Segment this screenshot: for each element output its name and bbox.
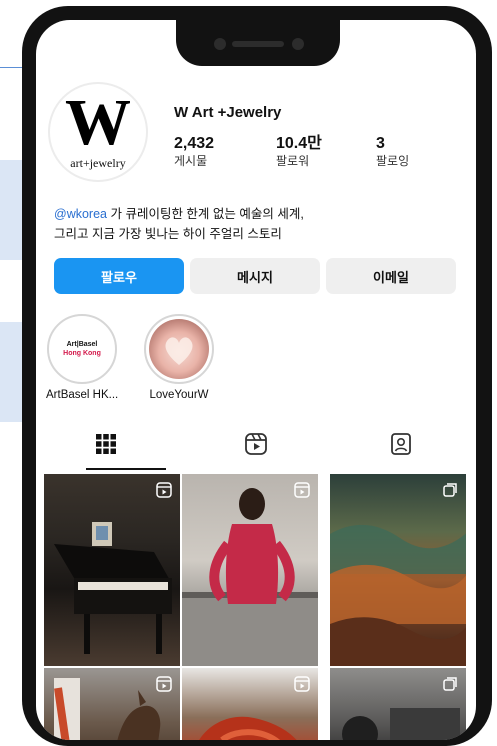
stat-posts-label: 게시물 <box>174 154 208 168</box>
post-tile[interactable] <box>330 668 466 740</box>
reels-icon <box>245 433 267 455</box>
avatar-logo-letter: W <box>65 86 131 159</box>
stat-following[interactable]: 3 팔로잉 <box>376 135 409 169</box>
highlight-ring <box>144 314 214 384</box>
stat-followers[interactable]: 10.4만 팔로워 <box>276 135 322 169</box>
bio-line1-text: 가 큐레이팅한 한계 없는 예술의 세계, <box>107 207 304 221</box>
stat-posts-value: 2,432 <box>174 135 215 152</box>
carousel-icon <box>443 677 457 691</box>
reel-icon <box>156 482 172 498</box>
post-tile[interactable] <box>182 668 318 740</box>
highlight-cover-image <box>149 319 209 379</box>
post-image-painting <box>330 524 466 666</box>
phone-notch <box>176 20 340 66</box>
post-tile[interactable] <box>330 474 466 666</box>
post-image-piano <box>54 522 172 654</box>
reel-icon <box>294 482 310 498</box>
heart-hands-image <box>165 337 193 365</box>
artbasel-logo-line2: Hong Kong <box>63 350 101 357</box>
highlight-artbasel[interactable]: Art|Basel Hong Kong ArtBasel HK... <box>46 314 118 401</box>
phone-frame: W art+jewelry W Art +Jewelry 2,432 게시물 1… <box>22 6 492 746</box>
stat-following-label: 팔로잉 <box>376 154 410 168</box>
carousel-icon <box>443 483 457 497</box>
stat-followers-value: 10.4만 <box>276 135 322 152</box>
highlight-label: LoveYourW <box>149 389 209 401</box>
profile-avatar[interactable]: W art+jewelry <box>48 82 148 182</box>
stat-posts[interactable]: 2,432 게시물 <box>174 135 214 169</box>
email-button[interactable]: 이메일 <box>326 258 456 294</box>
tagged-icon <box>391 433 411 455</box>
post-tile[interactable] <box>44 668 180 740</box>
tab-tagged[interactable] <box>331 424 471 464</box>
message-button[interactable]: 메시지 <box>190 258 320 294</box>
bio-line2-text: 그리고 지금 가장 빛나는 하이 주얼리 스토리 <box>54 227 282 241</box>
avatar-logo-subtext: art+jewelry <box>70 156 126 170</box>
tab-posts-grid[interactable] <box>36 424 176 464</box>
stat-followers-label: 팔로워 <box>276 154 310 168</box>
reel-icon <box>294 676 310 692</box>
highlight-label: ArtBasel HK... <box>46 389 119 401</box>
tab-reels[interactable] <box>186 424 326 464</box>
grid-icon <box>96 434 116 454</box>
post-image-figure <box>182 488 318 666</box>
artbasel-logo: Art|Basel Hong Kong <box>52 319 112 379</box>
highlight-ring: Art|Basel Hong Kong <box>47 314 117 384</box>
phone-screen: W art+jewelry W Art +Jewelry 2,432 게시물 1… <box>36 20 476 740</box>
post-tile[interactable] <box>44 474 180 666</box>
front-sensor <box>292 38 304 50</box>
stat-following-value: 3 <box>376 135 385 152</box>
reel-icon <box>156 676 172 692</box>
artbasel-logo-line1: Art|Basel <box>66 341 98 348</box>
follow-button[interactable]: 팔로우 <box>54 258 184 294</box>
bio-handle-link[interactable]: @wkorea <box>54 207 107 221</box>
speaker-grille <box>232 41 284 47</box>
active-tab-indicator <box>86 468 166 470</box>
front-camera <box>214 38 226 50</box>
highlight-loveyourw[interactable]: LoveYourW <box>143 314 215 401</box>
profile-bio: @wkorea 가 큐레이팅한 한계 없는 예술의 세계, 그리고 지금 가장 … <box>54 204 464 244</box>
profile-name: W Art +Jewelry <box>174 104 282 121</box>
post-tile[interactable] <box>182 474 318 666</box>
